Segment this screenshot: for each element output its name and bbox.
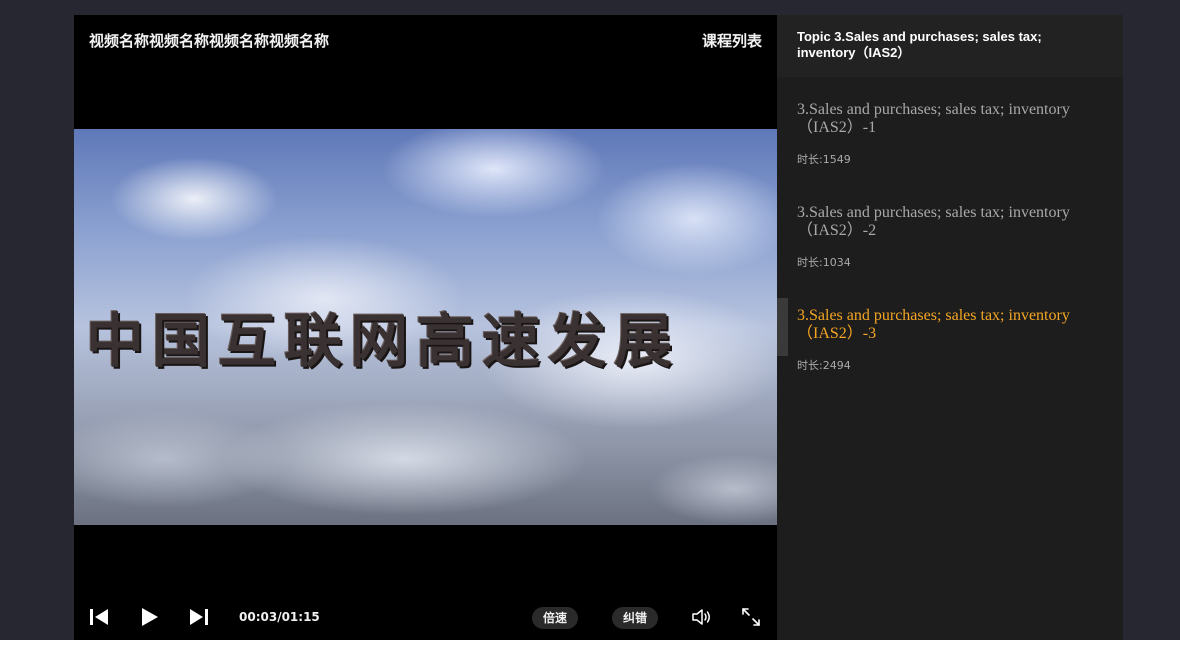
course-list-header: Topic 3.Sales and purchases; sales tax; …	[777, 15, 1123, 77]
fullscreen-icon[interactable]	[740, 606, 762, 628]
lesson-duration: 时长:1034	[797, 256, 851, 269]
page-bottom-strip	[0, 640, 1180, 650]
speed-button[interactable]: 倍速	[532, 607, 579, 629]
panel-collapse-handle[interactable]	[777, 298, 788, 356]
course-list-button[interactable]: 课程列表	[702, 30, 762, 51]
lesson-item-1[interactable]: 3.Sales and purchases; sales tax; invent…	[797, 101, 1097, 167]
volume-icon[interactable]	[690, 606, 712, 628]
lesson-duration: 时长:2494	[797, 359, 851, 372]
course-list-panel: Topic 3.Sales and purchases; sales tax; …	[777, 15, 1123, 640]
video-frame[interactable]: 中国互联网高速发展	[74, 129, 777, 525]
player-controls: 00:03/01:15 倍速 纠错	[74, 596, 777, 640]
lesson-title: 3.Sales and purchases; sales tax; invent…	[797, 307, 1070, 342]
lesson-title: 3.Sales and purchases; sales tax; invent…	[797, 101, 1070, 136]
report-error-button[interactable]: 纠错	[612, 607, 659, 629]
lesson-title: 3.Sales and purchases; sales tax; invent…	[797, 204, 1070, 239]
lesson-item-3-active[interactable]: 3.Sales and purchases; sales tax; invent…	[797, 307, 1097, 373]
lesson-item-2[interactable]: 3.Sales and purchases; sales tax; invent…	[797, 204, 1097, 270]
play-icon[interactable]	[140, 606, 160, 628]
skip-previous-icon[interactable]	[88, 606, 110, 628]
video-course-page: 视频名称视频名称视频名称视频名称 课程列表 中国互联网高速发展 00:03/01…	[0, 0, 1180, 650]
video-player[interactable]: 视频名称视频名称视频名称视频名称 课程列表 中国互联网高速发展 00:03/01…	[74, 15, 777, 640]
lesson-duration: 时长:1549	[797, 153, 851, 166]
video-overlay-text: 中国互联网高速发展	[86, 307, 681, 375]
topic-title: Topic 3.Sales and purchases; sales tax; …	[797, 29, 1042, 60]
video-title: 视频名称视频名称视频名称视频名称	[89, 32, 330, 50]
skip-next-icon[interactable]	[188, 606, 210, 628]
time-display: 00:03/01:15	[239, 610, 320, 624]
